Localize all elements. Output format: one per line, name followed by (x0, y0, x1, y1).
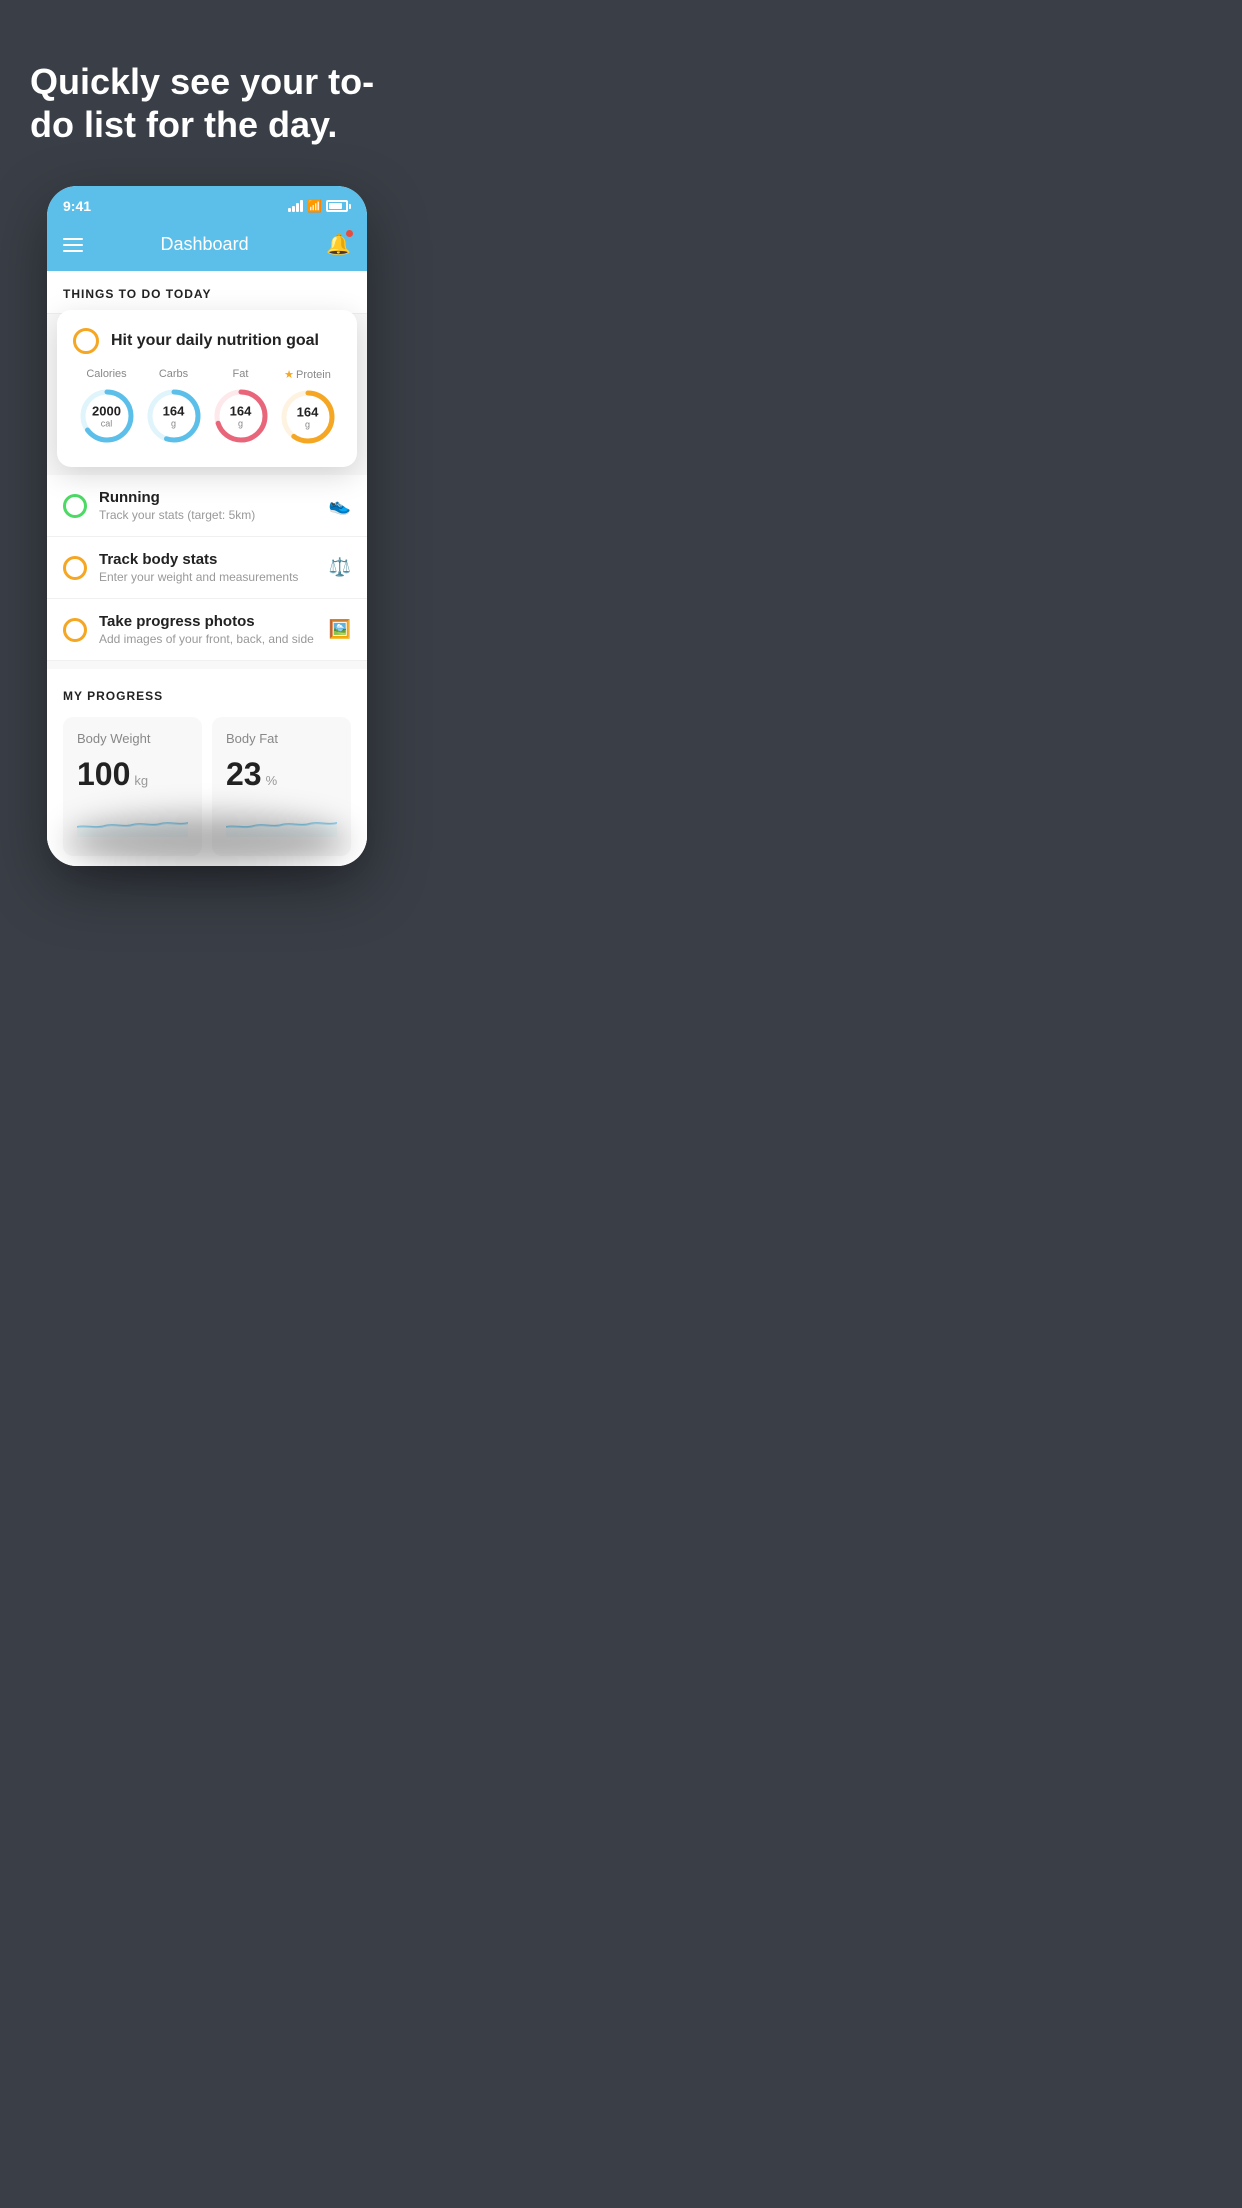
phone-mockup: 9:41 📶 (47, 186, 367, 866)
donut-unit: g (297, 420, 319, 430)
notification-bell[interactable]: 🔔 (326, 232, 351, 257)
todo-item-running[interactable]: Running Track your stats (target: 5km) 👟 (47, 475, 367, 537)
progress-card-title-body-fat: Body Fat (226, 731, 337, 746)
todo-text-progress-photos: Take progress photos Add images of your … (99, 613, 317, 646)
donut-value: 164 (163, 404, 185, 419)
notification-dot (346, 230, 353, 237)
status-time: 9:41 (63, 198, 91, 214)
wifi-icon: 📶 (307, 199, 322, 213)
progress-title: MY PROGRESS (63, 689, 351, 703)
status-icons: 📶 (288, 199, 351, 213)
nutrition-label: Calories (86, 368, 126, 380)
battery-icon (326, 200, 351, 212)
page-wrapper: Quickly see your to-do list for the day.… (0, 0, 414, 906)
nav-title: Dashboard (161, 234, 249, 255)
todo-list: Running Track your stats (target: 5km) 👟… (47, 475, 367, 661)
nutrition-card[interactable]: Hit your daily nutrition goal Calories 2… (57, 310, 357, 467)
nutrition-card-title: Hit your daily nutrition goal (111, 332, 319, 350)
donut-carbs: 164 g (144, 386, 204, 446)
todo-text-body-stats: Track body stats Enter your weight and m… (99, 551, 317, 584)
progress-value-wrap-body-weight: 100 kg (77, 756, 188, 793)
nav-bar: Dashboard 🔔 (47, 222, 367, 271)
progress-card-title-body-weight: Body Weight (77, 731, 188, 746)
nutrition-item-carbs: Carbs 164 g (144, 368, 204, 447)
nutrition-item-fat: Fat 164 g (211, 368, 271, 447)
todo-title-progress-photos: Take progress photos (99, 613, 317, 630)
todo-subtitle-running: Track your stats (target: 5km) (99, 508, 317, 522)
todo-check-running (63, 494, 87, 518)
todo-icon-running: 👟 (329, 495, 351, 516)
todo-check-progress-photos (63, 618, 87, 642)
donut-value: 164 (230, 404, 252, 419)
donut-unit: g (163, 419, 185, 429)
status-bar: 9:41 📶 (47, 186, 367, 222)
progress-unit-body-weight: kg (134, 773, 148, 788)
progress-value-body-fat: 23 (226, 756, 262, 793)
nutrition-label: Protein (296, 369, 331, 381)
nutrition-card-header: Hit your daily nutrition goal (73, 328, 341, 354)
todo-text-running: Running Track your stats (target: 5km) (99, 489, 317, 522)
donut-unit: cal (92, 419, 121, 429)
todo-item-body-stats[interactable]: Track body stats Enter your weight and m… (47, 537, 367, 599)
todo-icon-body-stats: ⚖️ (329, 557, 351, 578)
hero-title: Quickly see your to-do list for the day. (30, 60, 384, 146)
things-section-header: THINGS TO DO TODAY (47, 271, 367, 314)
todo-title-body-stats: Track body stats (99, 551, 317, 568)
donut-protein: 164 g (278, 387, 338, 447)
todo-subtitle-body-stats: Enter your weight and measurements (99, 570, 317, 584)
todo-title-running: Running (99, 489, 317, 506)
nutrition-item-protein: ★Protein 164 g (278, 368, 338, 447)
phone-content: THINGS TO DO TODAY Hit your daily nutrit… (47, 271, 367, 866)
nutrition-label: Fat (233, 368, 249, 380)
todo-item-progress-photos[interactable]: Take progress photos Add images of your … (47, 599, 367, 661)
hamburger-menu[interactable] (63, 238, 83, 252)
donut-unit: g (230, 419, 252, 429)
progress-value-wrap-body-fat: 23 % (226, 756, 337, 793)
star-icon: ★ (284, 368, 294, 381)
progress-value-body-weight: 100 (77, 756, 130, 793)
things-title: THINGS TO DO TODAY (63, 287, 211, 301)
progress-unit-body-fat: % (266, 773, 278, 788)
todo-check-body-stats (63, 556, 87, 580)
donut-calories: 2000 cal (77, 386, 137, 446)
hero-section: Quickly see your to-do list for the day. (0, 0, 414, 166)
donut-fat: 164 g (211, 386, 271, 446)
donut-value: 164 (297, 405, 319, 420)
nutrition-circles: Calories 2000 cal Carbs 164 g Fat 164 g … (73, 368, 341, 447)
nutrition-item-calories: Calories 2000 cal (77, 368, 137, 447)
nutrition-check-circle (73, 328, 99, 354)
signal-icon (288, 200, 303, 212)
todo-subtitle-progress-photos: Add images of your front, back, and side (99, 632, 317, 646)
nutrition-label: Carbs (159, 368, 188, 380)
todo-icon-progress-photos: 🖼️ (329, 619, 351, 640)
phone-container: 9:41 📶 (47, 186, 367, 866)
shadow-blob (67, 816, 347, 866)
donut-value: 2000 (92, 404, 121, 419)
